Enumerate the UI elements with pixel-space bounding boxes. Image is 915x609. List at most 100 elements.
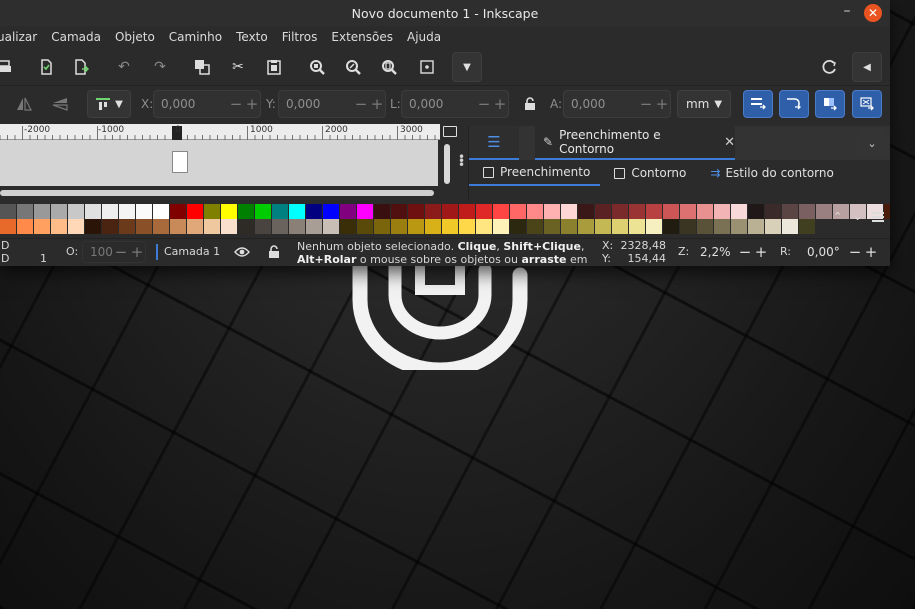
color-swatch[interactable]: [272, 219, 289, 234]
color-swatch[interactable]: [238, 204, 255, 219]
plus-icon[interactable]: +: [863, 243, 879, 261]
color-swatch[interactable]: [782, 219, 799, 234]
color-swatch[interactable]: [340, 204, 357, 219]
plus-icon[interactable]: +: [753, 243, 769, 261]
color-swatch[interactable]: [612, 204, 629, 219]
color-swatch[interactable]: [136, 204, 153, 219]
color-swatch[interactable]: [323, 204, 340, 219]
zoom-value[interactable]: 2,2%: [693, 245, 737, 259]
tab-fill[interactable]: Preenchimento: [469, 160, 601, 186]
color-swatch[interactable]: [391, 219, 408, 234]
color-swatch[interactable]: [442, 204, 459, 219]
color-swatch[interactable]: [493, 204, 510, 219]
color-swatch[interactable]: [51, 219, 68, 234]
color-swatch[interactable]: [884, 204, 890, 219]
minus-icon[interactable]: −: [847, 243, 863, 261]
color-swatch[interactable]: [646, 204, 663, 219]
color-swatch[interactable]: [510, 219, 527, 234]
color-swatch[interactable]: [204, 204, 221, 219]
tab-stroke-style[interactable]: ⇉ Estilo do contorno: [696, 160, 843, 186]
color-swatch[interactable]: [629, 204, 646, 219]
minus-icon[interactable]: −: [476, 95, 492, 113]
more-options-icon[interactable]: • • •: [458, 151, 465, 171]
paste-icon[interactable]: [262, 55, 286, 79]
palette-menu-icon[interactable]: [872, 212, 884, 222]
raise-lower-dropdown[interactable]: ▼: [87, 90, 131, 118]
color-swatch[interactable]: [748, 219, 765, 234]
y-value[interactable]: 0,000: [279, 97, 353, 111]
color-swatch[interactable]: [119, 219, 136, 234]
width-value[interactable]: 0,000: [402, 97, 476, 111]
horizontal-scrollbar[interactable]: [0, 190, 434, 196]
menu-extensions[interactable]: Extensões: [324, 30, 400, 44]
height-value[interactable]: 0,000: [564, 97, 638, 111]
menu-help[interactable]: Ajuda: [400, 30, 448, 44]
minus-icon[interactable]: −: [228, 95, 244, 113]
color-swatch[interactable]: [51, 204, 68, 219]
height-spinbox[interactable]: 0,000 − +: [563, 90, 671, 118]
x-value[interactable]: 0,000: [154, 97, 228, 111]
transform-gradients-toggle[interactable]: [815, 90, 845, 118]
menu-text[interactable]: Texto: [229, 30, 275, 44]
opacity-value[interactable]: 100: [83, 245, 113, 259]
color-swatch[interactable]: [391, 204, 408, 219]
color-swatch[interactable]: [85, 219, 102, 234]
color-swatch[interactable]: [663, 204, 680, 219]
opacity-spinbox[interactable]: 100 − +: [82, 241, 146, 263]
color-swatch[interactable]: [476, 204, 493, 219]
minimize-button[interactable]: –: [839, 4, 855, 21]
color-swatch[interactable]: [119, 204, 136, 219]
plus-icon[interactable]: +: [492, 95, 508, 113]
color-swatch[interactable]: [408, 219, 425, 234]
color-swatch[interactable]: [170, 204, 187, 219]
color-swatch[interactable]: [731, 204, 748, 219]
cut-icon[interactable]: ✂: [226, 55, 250, 79]
export-icon[interactable]: [69, 55, 93, 79]
color-swatch[interactable]: [272, 204, 289, 219]
stroke-width-indicator[interactable]: 1: [40, 252, 47, 265]
plus-icon[interactable]: +: [369, 95, 385, 113]
document-page[interactable]: [172, 151, 188, 173]
plus-icon[interactable]: +: [654, 95, 670, 113]
color-swatch[interactable]: [102, 219, 119, 234]
chevron-down-icon[interactable]: ⌄: [853, 210, 862, 223]
color-swatch[interactable]: [629, 219, 646, 234]
scale-corners-toggle[interactable]: [779, 90, 809, 118]
rotation-value[interactable]: 0,00°: [797, 245, 847, 259]
current-layer[interactable]: Camada 1: [156, 244, 220, 260]
color-swatch[interactable]: [340, 219, 357, 234]
color-swatch[interactable]: [527, 219, 544, 234]
color-swatch[interactable]: [578, 219, 595, 234]
color-swatch[interactable]: [204, 219, 221, 234]
flip-horizontal-icon[interactable]: [12, 92, 36, 116]
color-swatch[interactable]: [170, 219, 187, 234]
color-swatch[interactable]: [697, 219, 714, 234]
color-swatch[interactable]: [459, 219, 476, 234]
color-swatch[interactable]: [238, 219, 255, 234]
dock-menu-button[interactable]: ⌄: [857, 128, 887, 158]
command-overflow-dropdown[interactable]: ▼: [452, 52, 482, 82]
color-swatch[interactable]: [510, 204, 527, 219]
zoom-center-icon[interactable]: [415, 55, 439, 79]
minus-icon[interactable]: −: [638, 95, 654, 113]
close-button[interactable]: ✕: [864, 4, 882, 22]
color-swatch[interactable]: [442, 219, 459, 234]
color-swatch[interactable]: [17, 204, 34, 219]
close-tab-icon[interactable]: ✕: [724, 135, 735, 150]
plus-icon[interactable]: +: [129, 243, 145, 261]
color-swatch[interactable]: [612, 219, 629, 234]
color-swatch[interactable]: [799, 204, 816, 219]
snap-menu-button[interactable]: ◀: [852, 52, 882, 82]
color-swatch[interactable]: [68, 204, 85, 219]
duplicate-icon[interactable]: [190, 55, 214, 79]
color-swatch[interactable]: [34, 219, 51, 234]
y-spinbox[interactable]: 0,000 − +: [278, 90, 386, 118]
lock-icon[interactable]: [518, 92, 542, 116]
zoom-selection-icon[interactable]: [305, 55, 329, 79]
color-swatch[interactable]: [782, 204, 799, 219]
minus-icon[interactable]: −: [353, 95, 369, 113]
color-swatch[interactable]: [136, 219, 153, 234]
color-swatch[interactable]: [459, 204, 476, 219]
color-swatch[interactable]: [544, 219, 561, 234]
color-swatch[interactable]: [102, 204, 119, 219]
